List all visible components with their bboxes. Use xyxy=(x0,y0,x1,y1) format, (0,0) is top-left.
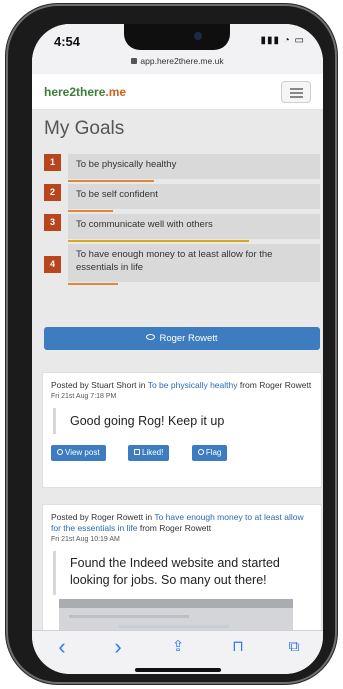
post-body: Found the Indeed website and started loo… xyxy=(53,551,313,595)
thumbs-up-icon xyxy=(134,448,140,455)
status-time: 4:54 xyxy=(54,34,81,49)
address-bar[interactable]: app.here2there.me.uk xyxy=(32,56,323,74)
post-image-line xyxy=(69,615,189,618)
tabs-icon[interactable]: ⧉ xyxy=(282,637,306,657)
goal-progress-bar xyxy=(68,240,249,242)
eye-icon xyxy=(146,334,156,341)
eye-icon xyxy=(57,448,63,455)
home-indicator xyxy=(135,668,221,672)
page-content: My Goals 1 To be physically healthy 2 To… xyxy=(32,110,323,630)
post-date: Fri 21st Aug 10:19 AM xyxy=(51,536,120,543)
post-recipient: from Roger Rowett xyxy=(237,380,312,390)
lock-icon xyxy=(131,57,138,64)
forward-icon[interactable]: › xyxy=(106,636,130,658)
post-recipient: from Roger Rowett xyxy=(137,523,212,533)
post-image-line xyxy=(119,625,229,628)
goal-number: 3 xyxy=(44,214,61,231)
liked-label: Liked! xyxy=(142,448,164,457)
goal-number: 1 xyxy=(44,154,61,171)
post-meta: Posted by Roger Rowett in To have enough… xyxy=(43,505,321,534)
info-icon xyxy=(197,448,204,455)
post-author: Posted by Stuart Short in xyxy=(51,380,148,390)
menu-bar-icon xyxy=(290,88,303,90)
site-navbar: here2there.me xyxy=(32,74,323,110)
profile-button-label: Roger Rowett xyxy=(159,333,218,344)
view-post-button[interactable]: View post xyxy=(51,445,106,461)
profile-button[interactable]: Roger Rowett xyxy=(44,327,320,350)
phone-frame: 4:54 ▮▮▮ ◔ ▭ app.here2there.me.uk here2t… xyxy=(6,4,337,684)
post-card: Posted by Roger Rowett in To have enough… xyxy=(42,504,322,630)
share-icon[interactable]: ⇪ xyxy=(166,637,190,657)
post-image-header xyxy=(59,599,293,608)
browser-toolbar: ‹ › ⇪ ⊓ ⧉ xyxy=(32,630,323,674)
view-post-label: View post xyxy=(65,448,100,457)
back-icon[interactable]: ‹ xyxy=(50,636,74,658)
brand-logo[interactable]: here2there.me xyxy=(44,85,126,99)
hamburger-menu-button[interactable] xyxy=(281,81,311,103)
post-body: Good going Rog! Keep it up xyxy=(53,408,313,434)
post-image[interactable] xyxy=(59,599,293,630)
camera-icon xyxy=(194,32,202,40)
phone-notch xyxy=(124,24,230,50)
page-title: My Goals xyxy=(44,118,125,139)
phone-screen: 4:54 ▮▮▮ ◔ ▭ app.here2there.me.uk here2t… xyxy=(32,24,323,674)
post-author: Posted by Roger Rowett in xyxy=(51,512,155,522)
brand-tld: .me xyxy=(105,85,127,99)
flag-button[interactable]: Flag xyxy=(191,445,228,461)
post-meta: Posted by Stuart Short in To be physical… xyxy=(43,373,321,391)
goal-text: To have enough money to at least allow f… xyxy=(68,244,320,282)
post-actions: View post Liked! Flag xyxy=(43,434,321,469)
goal-progress-bar xyxy=(68,283,118,285)
goal-progress-bar xyxy=(68,180,154,182)
flag-label: Flag xyxy=(205,448,222,457)
goal-number: 4 xyxy=(44,256,61,273)
post-goal-link[interactable]: To be physically healthy xyxy=(148,380,238,390)
brand-name: here2there xyxy=(44,85,106,99)
signal-wifi-battery-icon: ▮▮▮ ◔ ▭ xyxy=(260,35,305,46)
goal-progress-bar xyxy=(68,210,113,212)
goal-text: To be self confident xyxy=(68,184,320,209)
bookmarks-icon[interactable]: ⊓ xyxy=(226,637,250,657)
menu-bar-icon xyxy=(290,92,303,94)
menu-bar-icon xyxy=(290,96,303,98)
goal-text: To be physically healthy xyxy=(68,154,320,179)
post-card: Posted by Stuart Short in To be physical… xyxy=(42,372,322,488)
post-date: Fri 21st Aug 7:18 PM xyxy=(51,393,117,400)
liked-button[interactable]: Liked! xyxy=(128,445,170,461)
url-text: app.here2there.me.uk xyxy=(140,56,224,66)
goal-text: To communicate well with others xyxy=(68,214,320,239)
goal-number: 2 xyxy=(44,184,61,201)
